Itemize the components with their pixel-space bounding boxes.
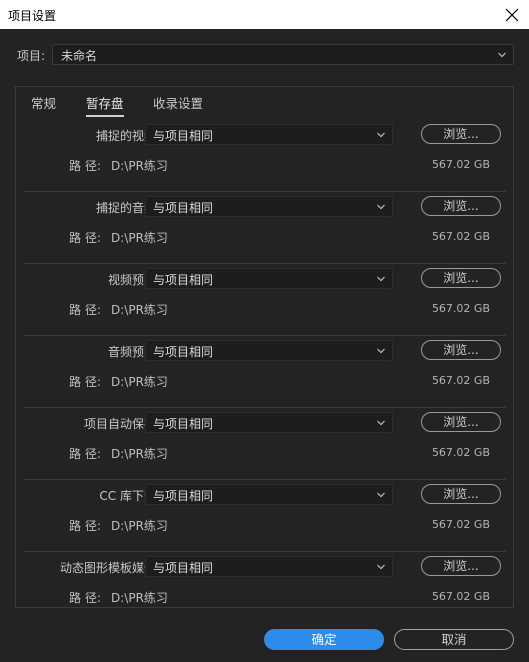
scratch-row-captured-video: 捕捉的视频: 与项目相同 浏览... 路 径: D:\PR练习 567.02 GB	[24, 120, 506, 192]
ok-button[interactable]: 确定	[264, 629, 384, 650]
location-dropdown[interactable]: 与项目相同	[145, 484, 393, 505]
path-value: D:\PR练习	[111, 231, 168, 245]
browse-button[interactable]: 浏览...	[421, 340, 501, 360]
location-dropdown-value: 与项目相同	[153, 417, 214, 431]
tab-ingest-settings[interactable]: 收录设置	[153, 93, 203, 112]
path-value: D:\PR练习	[111, 447, 168, 461]
scratch-row-motion-graphics-media: 动态图形模板媒体: 与项目相同 浏览... 路 径: D:\PR练习 567.02 GB	[24, 552, 506, 624]
location-dropdown-value: 与项目相同	[153, 345, 214, 359]
location-dropdown-value: 与项目相同	[153, 489, 214, 503]
location-dropdown-value: 与项目相同	[153, 201, 214, 215]
chevron-down-icon	[377, 564, 385, 570]
browse-button[interactable]: 浏览...	[421, 268, 501, 288]
path-label: 路 径:	[69, 159, 101, 173]
browse-button[interactable]: 浏览...	[421, 556, 501, 576]
path-label: 路 径:	[69, 591, 101, 605]
title-bar: 项目设置	[0, 0, 529, 29]
location-dropdown[interactable]: 与项目相同	[145, 412, 393, 433]
location-dropdown[interactable]: 与项目相同	[145, 124, 393, 145]
location-dropdown[interactable]: 与项目相同	[145, 556, 393, 577]
location-dropdown-value: 与项目相同	[153, 273, 214, 287]
browse-button[interactable]: 浏览...	[421, 124, 501, 144]
project-label: 项目:	[17, 49, 46, 63]
location-dropdown[interactable]: 与项目相同	[145, 340, 393, 361]
browse-button[interactable]: 浏览...	[421, 412, 501, 432]
chevron-down-icon	[498, 52, 506, 58]
path-label: 路 径:	[69, 519, 101, 533]
tab-general[interactable]: 常规	[31, 93, 56, 112]
chevron-down-icon	[377, 420, 385, 426]
path-value: D:\PR练习	[111, 519, 168, 533]
chevron-down-icon	[377, 204, 385, 210]
path-label: 路 径:	[69, 447, 101, 461]
path-value: D:\PR练习	[111, 303, 168, 317]
scratch-row-audio-previews: 音频预览: 与项目相同 浏览... 路 径: D:\PR练习 567.02 GB	[24, 336, 506, 408]
location-dropdown[interactable]: 与项目相同	[145, 268, 393, 289]
chevron-down-icon	[377, 348, 385, 354]
browse-button[interactable]: 浏览...	[421, 484, 501, 504]
chevron-down-icon	[377, 132, 385, 138]
scratch-row-captured-audio: 捕捉的音频: 与项目相同 浏览... 路 径: D:\PR练习 567.02 GB	[24, 192, 506, 264]
scratch-row-cc-library-downloads: CC 库下载: 与项目相同 浏览... 路 径: D:\PR练习 567.02 GB	[24, 480, 506, 552]
path-label: 路 径:	[69, 231, 101, 245]
settings-panel: 常规 暂存盘 收录设置 捕捉的视频: 与项目相同 浏览... 路 径: D:\PR练习 5…	[15, 86, 514, 608]
location-dropdown-value: 与项目相同	[153, 129, 214, 143]
path-label: 路 径:	[69, 375, 101, 389]
free-space: 567.02 GB	[431, 230, 490, 243]
window-title: 项目设置	[8, 9, 57, 23]
browse-button[interactable]: 浏览...	[421, 196, 501, 216]
cancel-button[interactable]: 取消	[394, 629, 514, 650]
free-space: 567.02 GB	[431, 302, 490, 315]
path-value: D:\PR练习	[111, 375, 168, 389]
path-value: D:\PR练习	[111, 591, 168, 605]
scratch-row-video-previews: 视频预览: 与项目相同 浏览... 路 径: D:\PR练习 567.02 GB	[24, 264, 506, 336]
chevron-down-icon	[377, 276, 385, 282]
free-space: 567.02 GB	[431, 374, 490, 387]
free-space: 567.02 GB	[431, 518, 490, 531]
path-label: 路 径:	[69, 303, 101, 317]
location-dropdown[interactable]: 与项目相同	[145, 196, 393, 217]
free-space: 567.02 GB	[431, 446, 490, 459]
path-value: D:\PR练习	[111, 159, 168, 173]
tab-scratch-disks[interactable]: 暂存盘	[86, 93, 124, 117]
close-icon	[505, 8, 519, 22]
project-select[interactable]: 未命名	[52, 44, 514, 65]
scratch-row-auto-save: 项目自动保存: 与项目相同 浏览... 路 径: D:\PR练习 567.02 GB	[24, 408, 506, 480]
chevron-down-icon	[377, 492, 385, 498]
free-space: 567.02 GB	[431, 158, 490, 171]
close-button[interactable]	[503, 4, 521, 24]
project-select-value: 未命名	[61, 49, 98, 63]
free-space: 567.02 GB	[431, 590, 490, 603]
location-dropdown-value: 与项目相同	[153, 561, 214, 575]
